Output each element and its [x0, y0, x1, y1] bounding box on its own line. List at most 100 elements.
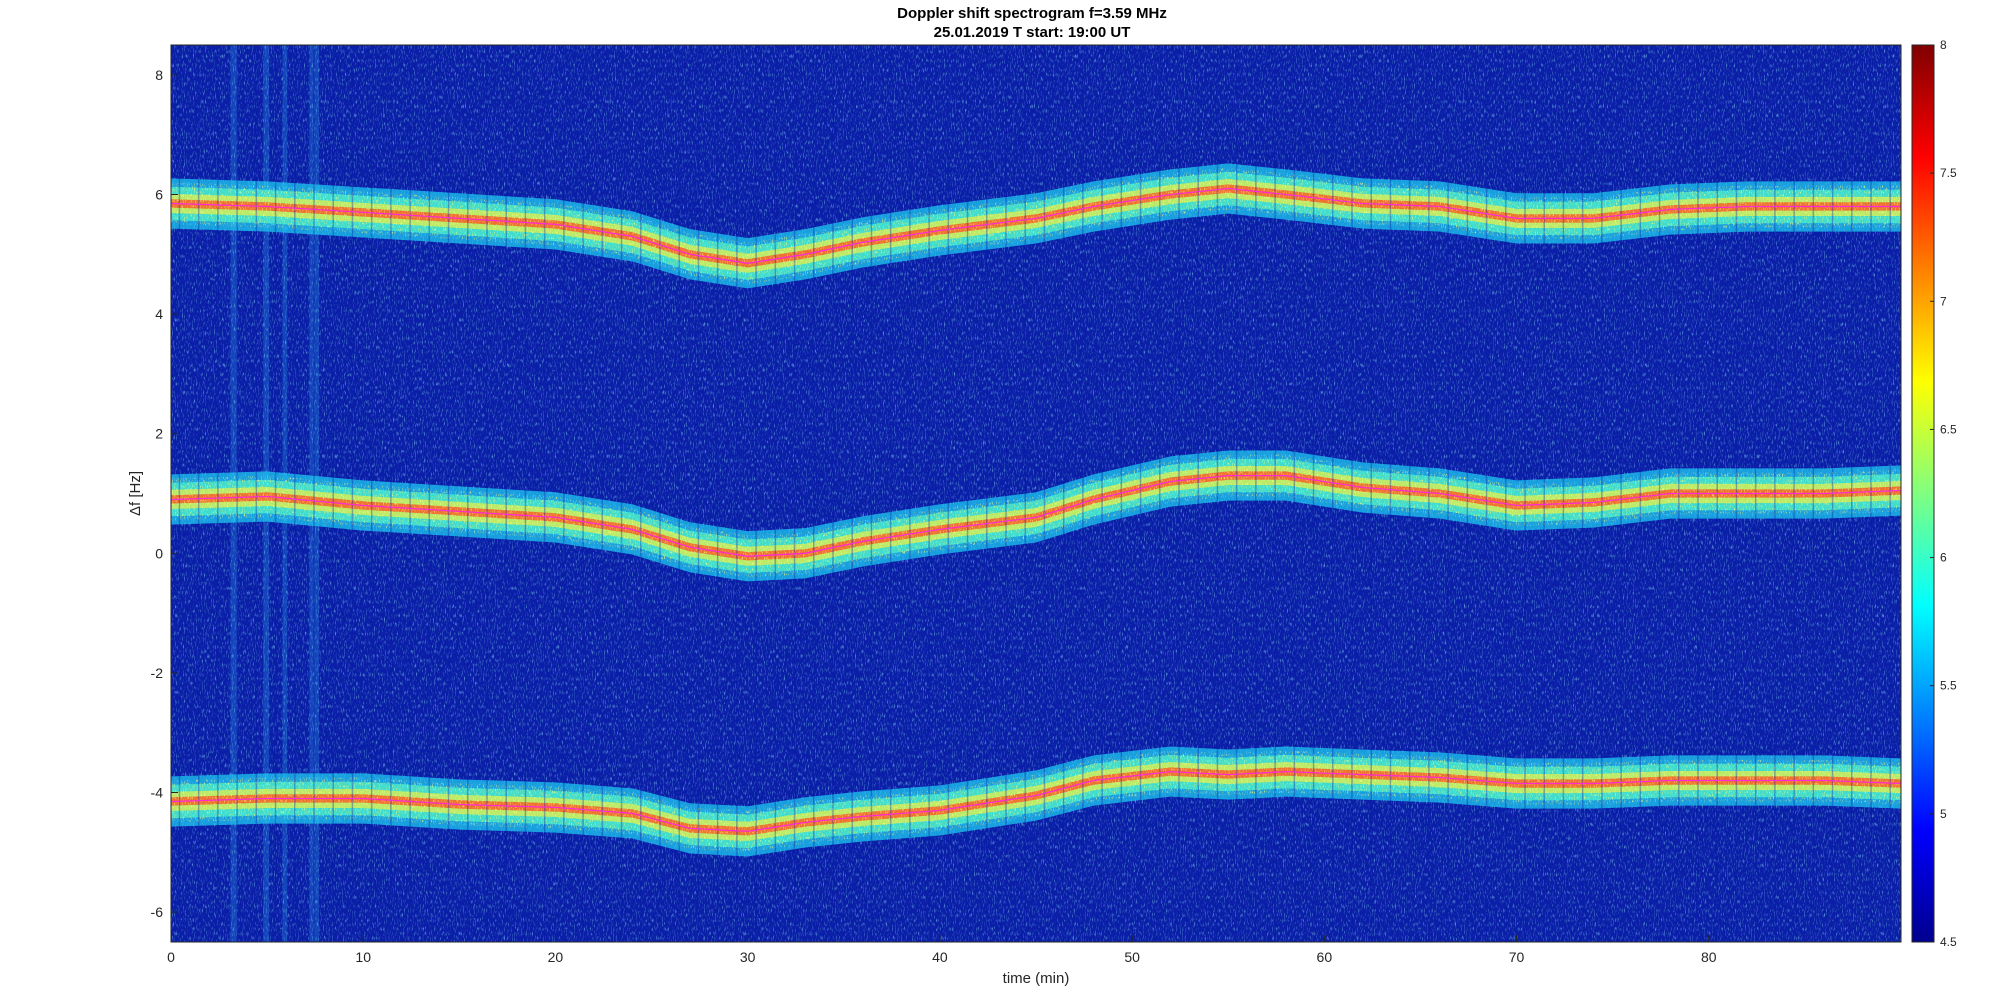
cadence-bar: [793, 45, 796, 942]
colorbar-tick-label: 5: [1940, 807, 1947, 821]
cadence-bar: [1562, 45, 1565, 942]
cadence-bar: [178, 45, 181, 942]
y-tick-label: -2: [151, 665, 164, 681]
cadence-bar: [986, 45, 988, 942]
cadence-bar: [889, 45, 892, 942]
cadence-bar: [1043, 45, 1046, 942]
colorbar-tick-label: 6.5: [1940, 422, 1957, 436]
cadence-bar: [505, 45, 507, 942]
spectrogram-figure: Doppler shift spectrogram f=3.59 MHz 25.…: [0, 0, 2000, 1003]
cadence-bar: [294, 45, 296, 942]
spectrogram-svg: Doppler shift spectrogram f=3.59 MHz 25.…: [127, 5, 1957, 987]
x-tick-label: 10: [355, 949, 371, 965]
colorbar-tick-label: 5.5: [1940, 679, 1957, 693]
cadence-bar: [755, 45, 757, 942]
y-tick-label: 8: [155, 67, 163, 83]
x-tick-label: 80: [1701, 949, 1717, 965]
cadence-bar: [1505, 45, 1507, 942]
colorbar-tick-label: 7: [1940, 294, 1947, 308]
cadence-bar: [1139, 45, 1142, 942]
cadence-bar: [1255, 45, 1257, 942]
cadence-bar: [1197, 45, 1199, 942]
cadence-bar: [447, 45, 450, 942]
cadence-bar: [1889, 45, 1891, 942]
cadence-bar: [1428, 45, 1430, 942]
cadence-bar: [774, 45, 777, 942]
colorbar: 8 7.5 7 6.5 6 5.5 5 4.5: [1911, 38, 1957, 949]
cadence-bar: [640, 45, 642, 942]
cadence-bar: [332, 45, 334, 942]
cadence-bar: [736, 45, 738, 942]
y-tick-label: 2: [155, 426, 163, 442]
cadence-bar: [524, 45, 527, 942]
cadence-bar: [928, 45, 930, 942]
cadence-bar: [697, 45, 700, 942]
cadence-bar: [1408, 45, 1411, 942]
cadence-bar: [217, 45, 219, 942]
cadence-bar: [1235, 45, 1238, 942]
x-tick-label: 20: [548, 949, 564, 965]
cadence-bar: [813, 45, 815, 942]
chart-subtitle: 25.01.2019 T start: 19:00 UT: [934, 24, 1131, 41]
cadence-bar: [832, 45, 834, 942]
cadence-bar: [1466, 45, 1469, 942]
colorbar-tick-label: 4.5: [1940, 935, 1957, 949]
y-tick-label: -6: [151, 904, 164, 920]
cadence-bar: [1216, 45, 1219, 942]
cadence-bar: [716, 45, 719, 942]
cadence-bar: [1639, 45, 1642, 942]
cadence-bar: [582, 45, 584, 942]
cadence-bar: [1332, 45, 1334, 942]
cadence-bar: [620, 45, 623, 942]
cadence-bar: [236, 45, 238, 942]
cadence-bar: [197, 45, 200, 942]
cadence-bar: [1082, 45, 1084, 942]
cadence-bar: [351, 45, 354, 942]
cadence-bar: [1485, 45, 1488, 942]
cadence-bar: [966, 45, 969, 942]
cadence-bar: [1312, 45, 1315, 942]
y-axis-label: Δf [Hz]: [127, 471, 144, 516]
cadence-bar: [1024, 45, 1026, 942]
x-tick-label: 70: [1509, 949, 1525, 965]
x-tick-label: 40: [932, 949, 948, 965]
cadence-bar: [1658, 45, 1661, 942]
cadence-bar: [1370, 45, 1372, 942]
y-tick-label: 4: [155, 306, 163, 322]
colorbar-tick-label: 6: [1940, 551, 1947, 565]
cadence-bar: [1870, 45, 1872, 942]
cadence-bar: [851, 45, 853, 942]
cadence-bar: [1005, 45, 1007, 942]
cadence-bar: [486, 45, 488, 942]
x-tick-label: 30: [740, 949, 756, 965]
cadence-bar: [274, 45, 277, 942]
cadence-bar: [601, 45, 604, 942]
x-tick-label: 0: [167, 949, 175, 965]
cadence-bar: [409, 45, 411, 942]
y-tick-label: 6: [155, 187, 163, 203]
y-tick-label: -4: [151, 785, 164, 801]
colorbar-tick-label: 7.5: [1940, 166, 1957, 180]
cadence-bar: [1851, 45, 1853, 942]
cadence-bar: [428, 45, 431, 942]
cadence-bar: [1524, 45, 1526, 942]
cadence-bar: [1159, 45, 1161, 942]
colorbar-tick-label: 8: [1940, 38, 1947, 52]
plot-area: [171, 45, 1901, 942]
cadence-bar: [870, 45, 873, 942]
cadence-bar: [1062, 45, 1065, 942]
cadence-bar: [1389, 45, 1392, 942]
cadence-bar: [1543, 45, 1545, 942]
colorbar-gradient: [1911, 44, 1935, 943]
cadence-bar: [1101, 45, 1103, 942]
cadence-bar: [467, 45, 469, 942]
cadence-bar: [909, 45, 911, 942]
x-tick-label: 60: [1317, 949, 1333, 965]
x-axis-label: time (min): [1003, 970, 1070, 987]
cadence-bar: [1274, 45, 1276, 942]
cadence-bar: [1178, 45, 1180, 942]
cadence-bar: [1601, 45, 1603, 942]
chart-title: Doppler shift spectrogram f=3.59 MHz: [897, 5, 1167, 22]
cadence-bar: [678, 45, 680, 942]
cadence-bar: [1447, 45, 1449, 942]
